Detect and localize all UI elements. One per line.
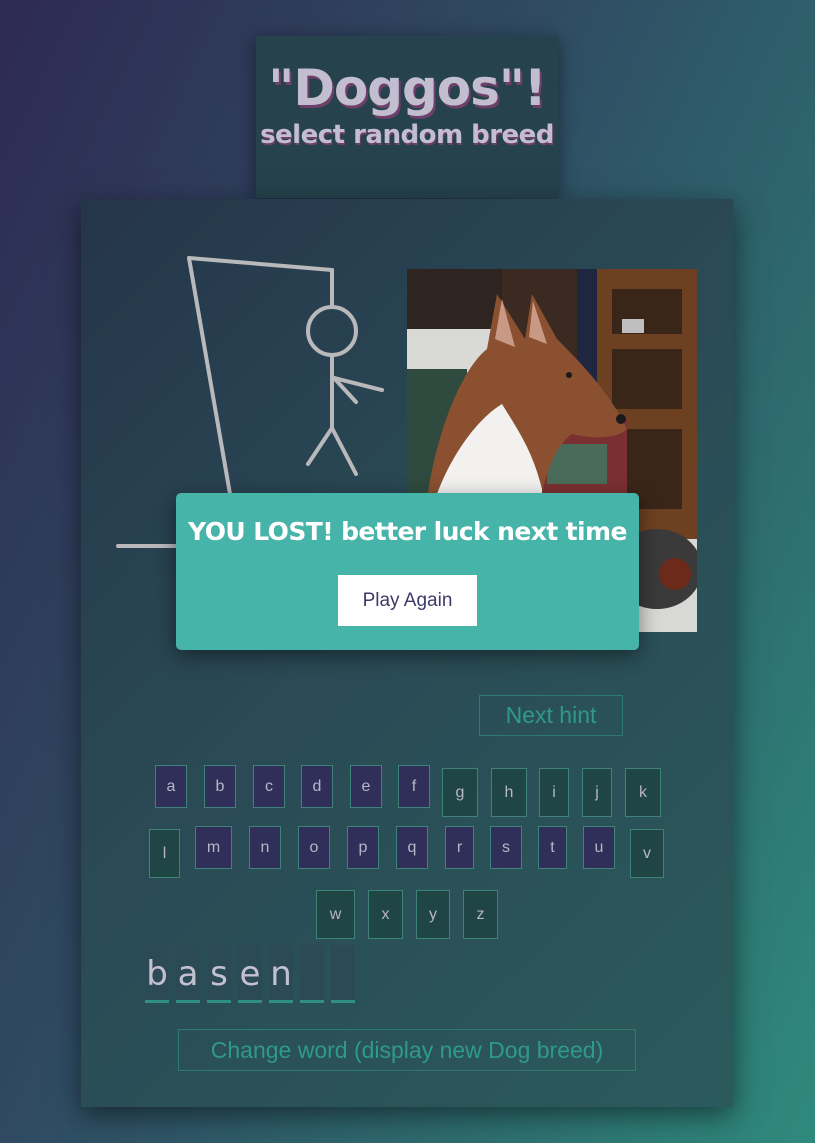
key-n[interactable]: n [249, 826, 281, 869]
word-letter-slot: e [238, 945, 262, 1003]
key-g[interactable]: g [442, 768, 478, 817]
page-title: "Doggos"! [268, 59, 546, 117]
key-w[interactable]: w [316, 890, 355, 939]
word-letter-slot: b [145, 945, 169, 1003]
change-word-button[interactable]: Change word (display new Dog breed) [178, 1029, 636, 1071]
gallows-beam [187, 256, 334, 272]
game-over-message: YOU LOST! better luck next time [188, 517, 627, 546]
word-letter-slot: s [207, 945, 231, 1003]
key-o[interactable]: o [298, 826, 330, 869]
key-q[interactable]: q [396, 826, 428, 869]
key-k[interactable]: k [625, 768, 661, 817]
word-letter-slot: n [269, 945, 293, 1003]
key-x[interactable]: x [368, 890, 403, 939]
key-j[interactable]: j [582, 768, 612, 817]
key-y[interactable]: y [416, 890, 450, 939]
gallows-pole [187, 256, 232, 496]
word-letter-slot [331, 945, 355, 1003]
key-m[interactable]: m [195, 826, 232, 869]
key-e[interactable]: e [350, 765, 382, 808]
word-letter-slot [300, 945, 324, 1003]
key-h[interactable]: h [491, 768, 527, 817]
next-hint-button[interactable]: Next hint [479, 695, 623, 736]
page-subtitle: select random breed [260, 120, 554, 150]
hangman-leg [306, 426, 334, 466]
key-b[interactable]: b [204, 765, 236, 808]
key-z[interactable]: z [463, 890, 498, 939]
hangman-head [306, 305, 358, 357]
key-d[interactable]: d [301, 765, 333, 808]
key-u[interactable]: u [583, 826, 615, 869]
key-c[interactable]: c [253, 765, 285, 808]
hangman-leg [330, 426, 358, 476]
word-letter-slot: a [176, 945, 200, 1003]
key-r[interactable]: r [445, 826, 474, 869]
key-f[interactable]: f [398, 765, 430, 808]
key-i[interactable]: i [539, 768, 569, 817]
play-again-button[interactable]: Play Again [338, 575, 477, 626]
key-v[interactable]: v [630, 829, 664, 878]
key-a[interactable]: a [155, 765, 187, 808]
game-over-modal: YOU LOST! better luck next time Play Aga… [176, 493, 639, 650]
key-l[interactable]: l [149, 829, 180, 878]
title-card: "Doggos"! select random breed [256, 36, 558, 198]
key-p[interactable]: p [347, 826, 379, 869]
key-s[interactable]: s [490, 826, 522, 869]
key-t[interactable]: t [538, 826, 567, 869]
